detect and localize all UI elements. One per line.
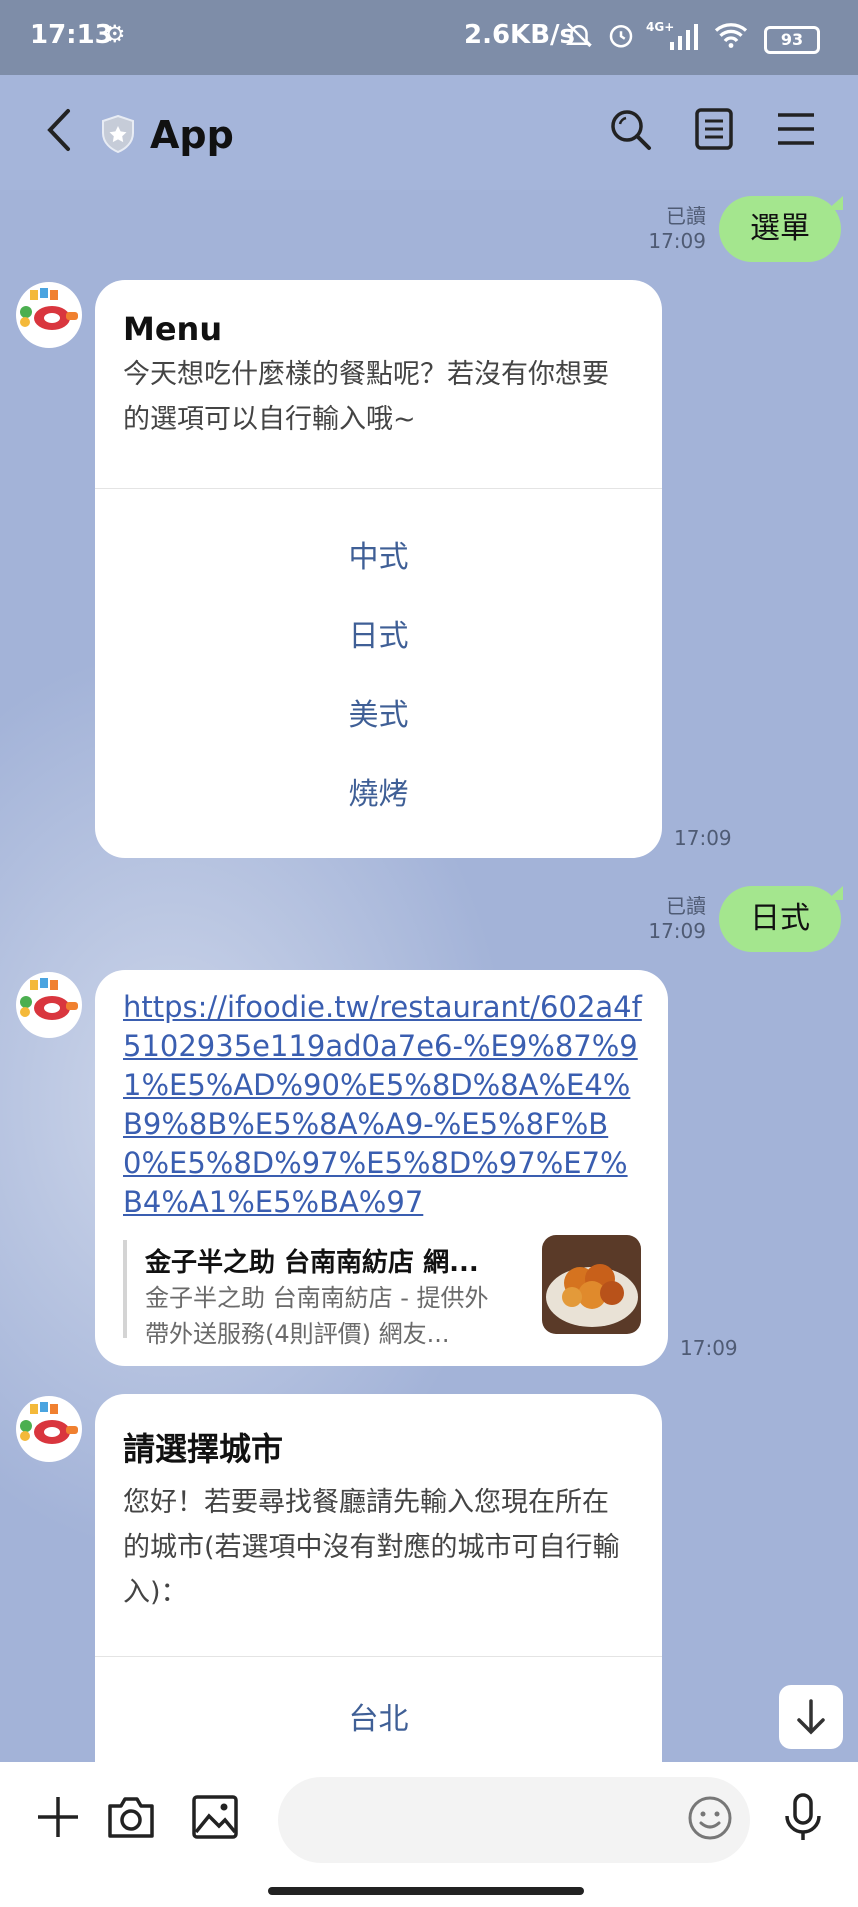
settings-icon: ⚙ <box>104 20 126 48</box>
city-card: 請選擇城市 您好！若要尋找餐廳請先輸入您現在所在的城市(若選項中沒有對應的城市可… <box>95 1394 662 1762</box>
message-input[interactable] <box>278 1777 750 1863</box>
read-receipt: 已讀 <box>666 204 706 228</box>
option-button[interactable]: 燒烤 <box>95 769 662 813</box>
search-icon[interactable] <box>608 107 652 151</box>
message-time: 17:09 <box>674 826 732 850</box>
avatar[interactable] <box>16 1396 82 1462</box>
alarm-icon <box>606 20 636 54</box>
mute-icon <box>564 20 594 54</box>
preview-bar <box>123 1240 127 1338</box>
shield-icon <box>101 114 135 154</box>
status-net-speed: 2.6KB/s <box>464 20 575 50</box>
back-icon[interactable] <box>40 105 80 155</box>
divider <box>95 488 662 489</box>
user-message-bubble[interactable]: 日式 <box>719 886 843 952</box>
wifi-icon <box>712 20 750 54</box>
message-time: 17:09 <box>680 1336 738 1360</box>
divider <box>95 1656 662 1657</box>
notes-icon[interactable] <box>692 107 736 151</box>
status-time: 17:13 <box>30 20 113 50</box>
option-button[interactable]: 台北 <box>95 1694 662 1738</box>
input-bar <box>0 1762 858 1907</box>
camera-icon[interactable] <box>106 1792 156 1842</box>
message-meta: 已讀 17:09 <box>640 890 706 943</box>
message-time: 17:09 <box>648 919 706 943</box>
plus-icon[interactable] <box>33 1792 83 1842</box>
card-title: Menu <box>123 310 223 348</box>
battery-icon: 93 <box>764 26 820 54</box>
menu-card: Menu 今天想吃什麼樣的餐點呢？若沒有你想要的選項可以自行輸入哦~ 中式 日式… <box>95 280 662 858</box>
option-button[interactable]: 中式 <box>95 532 662 576</box>
preview-title[interactable]: 金子半之助 台南南紡店 網... <box>145 1242 495 1279</box>
preview-thumbnail[interactable] <box>542 1235 641 1334</box>
option-button[interactable]: 日式 <box>95 611 662 655</box>
read-receipt: 已讀 <box>666 894 706 918</box>
preview-description: 金子半之助 台南南紡店 - 提供外帶外送服務(4則評價) 網友... <box>145 1284 489 1348</box>
menu-icon[interactable] <box>774 107 818 151</box>
card-body: 今天想吃什麼樣的餐點呢？若沒有你想要的選項可以自行輸入哦~ <box>123 359 609 435</box>
user-message-bubble[interactable]: 選單 <box>719 196 843 262</box>
avatar[interactable] <box>16 972 82 1038</box>
mic-icon[interactable] <box>778 1792 828 1842</box>
chat-title: App <box>150 113 234 157</box>
message-meta: 已讀 17:09 <box>640 200 706 253</box>
status-bar: 17:13 ⚙ 2.6KB/s 4G+ 93 <box>0 0 858 75</box>
card-title: 請選擇城市 <box>123 1430 284 1468</box>
scroll-to-bottom-button[interactable] <box>779 1685 843 1749</box>
home-indicator[interactable] <box>268 1887 584 1895</box>
emoji-icon[interactable] <box>686 1794 734 1842</box>
arrow-down-icon <box>797 1699 825 1735</box>
link-text[interactable]: https://ifoodie.tw/restaurant/602a4f5102… <box>123 988 643 1222</box>
chat-area[interactable]: 已讀 17:09 選單 Menu 今天想吃什麼樣的餐點呢？若沒有你想要的選項可以… <box>0 190 858 1762</box>
chat-header: App <box>0 75 858 190</box>
link-card: https://ifoodie.tw/restaurant/602a4f5102… <box>95 970 668 1366</box>
message-time: 17:09 <box>648 229 706 253</box>
avatar[interactable] <box>16 282 82 348</box>
card-body: 您好！若要尋找餐廳請先輸入您現在所在的城市(若選項中沒有對應的城市可自行輸入)： <box>123 1487 620 1608</box>
image-icon[interactable] <box>190 1792 240 1842</box>
option-button[interactable]: 美式 <box>95 690 662 734</box>
signal-icon <box>668 22 704 54</box>
